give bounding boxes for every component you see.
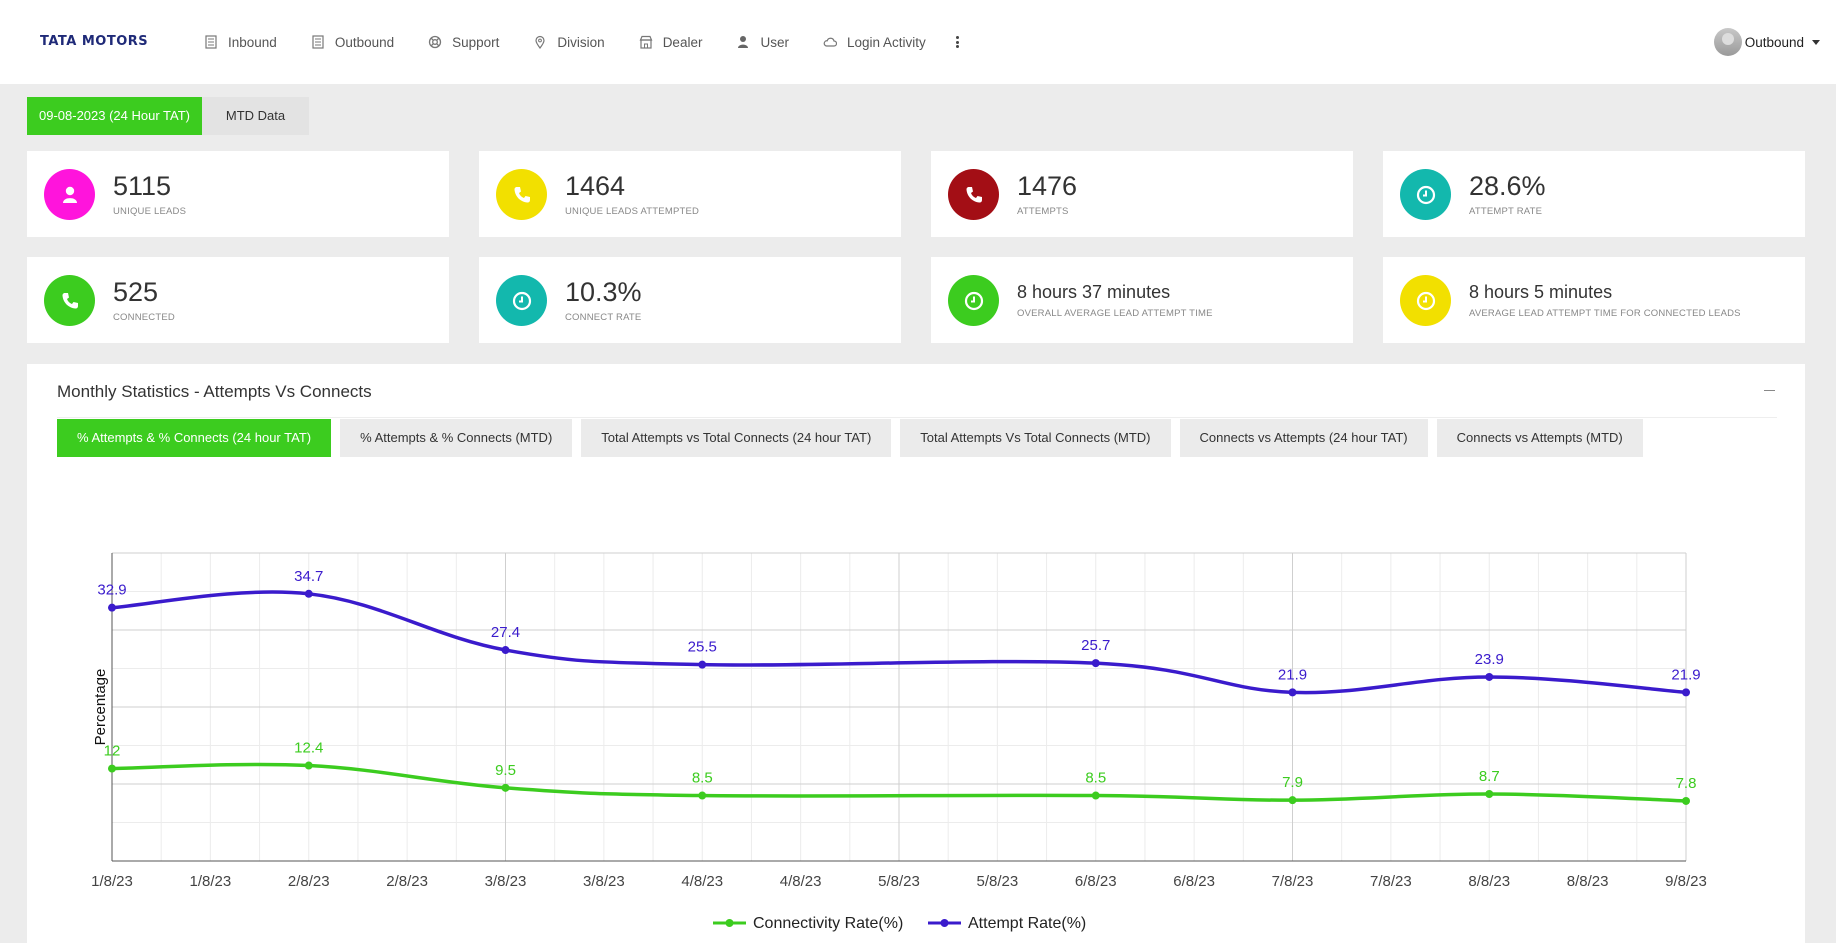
legend-marker	[725, 919, 734, 927]
line-chart: 1/8/23 1/8/23 2/8/23 2/8/23 3/8/23 3/8/23 4/8/…	[91, 552, 1707, 932]
data-label: 25.7	[1081, 637, 1110, 654]
x-tick-label: 4/8/23	[780, 873, 822, 890]
x-tick-label: 1/8/23	[190, 873, 232, 890]
x-tick-label: 9/8/23	[1665, 873, 1707, 890]
data-point	[501, 783, 510, 792]
data-point	[1682, 688, 1690, 697]
x-tick-label: 3/8/23	[583, 873, 625, 890]
data-label: 21.9	[1278, 666, 1307, 683]
data-point	[1288, 688, 1297, 697]
data-label: 21.9	[1671, 666, 1700, 683]
data-label: 34.7	[294, 568, 323, 585]
x-tick-label: 5/8/23	[878, 873, 920, 890]
data-point	[1682, 796, 1690, 805]
data-point	[304, 761, 313, 770]
y-axis-label: Percentage	[92, 669, 109, 746]
x-tick-label: 8/8/23	[1468, 873, 1510, 890]
x-tick-label: 6/8/23	[1173, 873, 1215, 890]
x-tick-label: 4/8/23	[681, 873, 723, 890]
x-tick-label: 8/8/23	[1567, 873, 1609, 890]
data-label: 25.5	[688, 639, 717, 656]
data-point	[501, 646, 510, 655]
data-point	[108, 603, 116, 612]
legend-label: Connectivity Rate(%)	[753, 915, 903, 932]
data-point	[1485, 790, 1494, 799]
data-label: 8.5	[1085, 770, 1106, 787]
x-tick-label: 1/8/23	[91, 873, 133, 890]
x-tick-label: 7/8/23	[1370, 873, 1412, 890]
data-point	[304, 589, 313, 598]
x-tick-label: 7/8/23	[1272, 873, 1314, 890]
data-point	[698, 660, 707, 669]
legend-label: Attempt Rate(%)	[968, 915, 1086, 932]
data-point	[1485, 672, 1494, 681]
legend-marker	[940, 919, 949, 927]
x-tick-label: 5/8/23	[977, 873, 1019, 890]
data-label: 8.5	[692, 770, 713, 787]
data-point	[1288, 796, 1297, 805]
x-tick-label: 6/8/23	[1075, 873, 1117, 890]
data-label: 9.5	[495, 762, 516, 779]
data-label: 8.7	[1479, 768, 1500, 785]
data-point	[108, 764, 116, 773]
x-tick-label: 3/8/23	[485, 873, 527, 890]
data-label: 12	[104, 743, 121, 760]
data-label: 7.8	[1676, 775, 1697, 792]
data-label: 7.9	[1282, 774, 1303, 791]
data-label: 23.9	[1475, 651, 1504, 668]
data-point	[1091, 791, 1100, 800]
data-label: 27.4	[491, 624, 520, 641]
data-label: 32.9	[97, 582, 126, 599]
x-tick-label: 2/8/23	[386, 873, 428, 890]
data-point	[1091, 659, 1100, 668]
data-label: 12.4	[294, 740, 323, 757]
data-point	[698, 791, 707, 800]
x-tick-label: 2/8/23	[288, 873, 330, 890]
